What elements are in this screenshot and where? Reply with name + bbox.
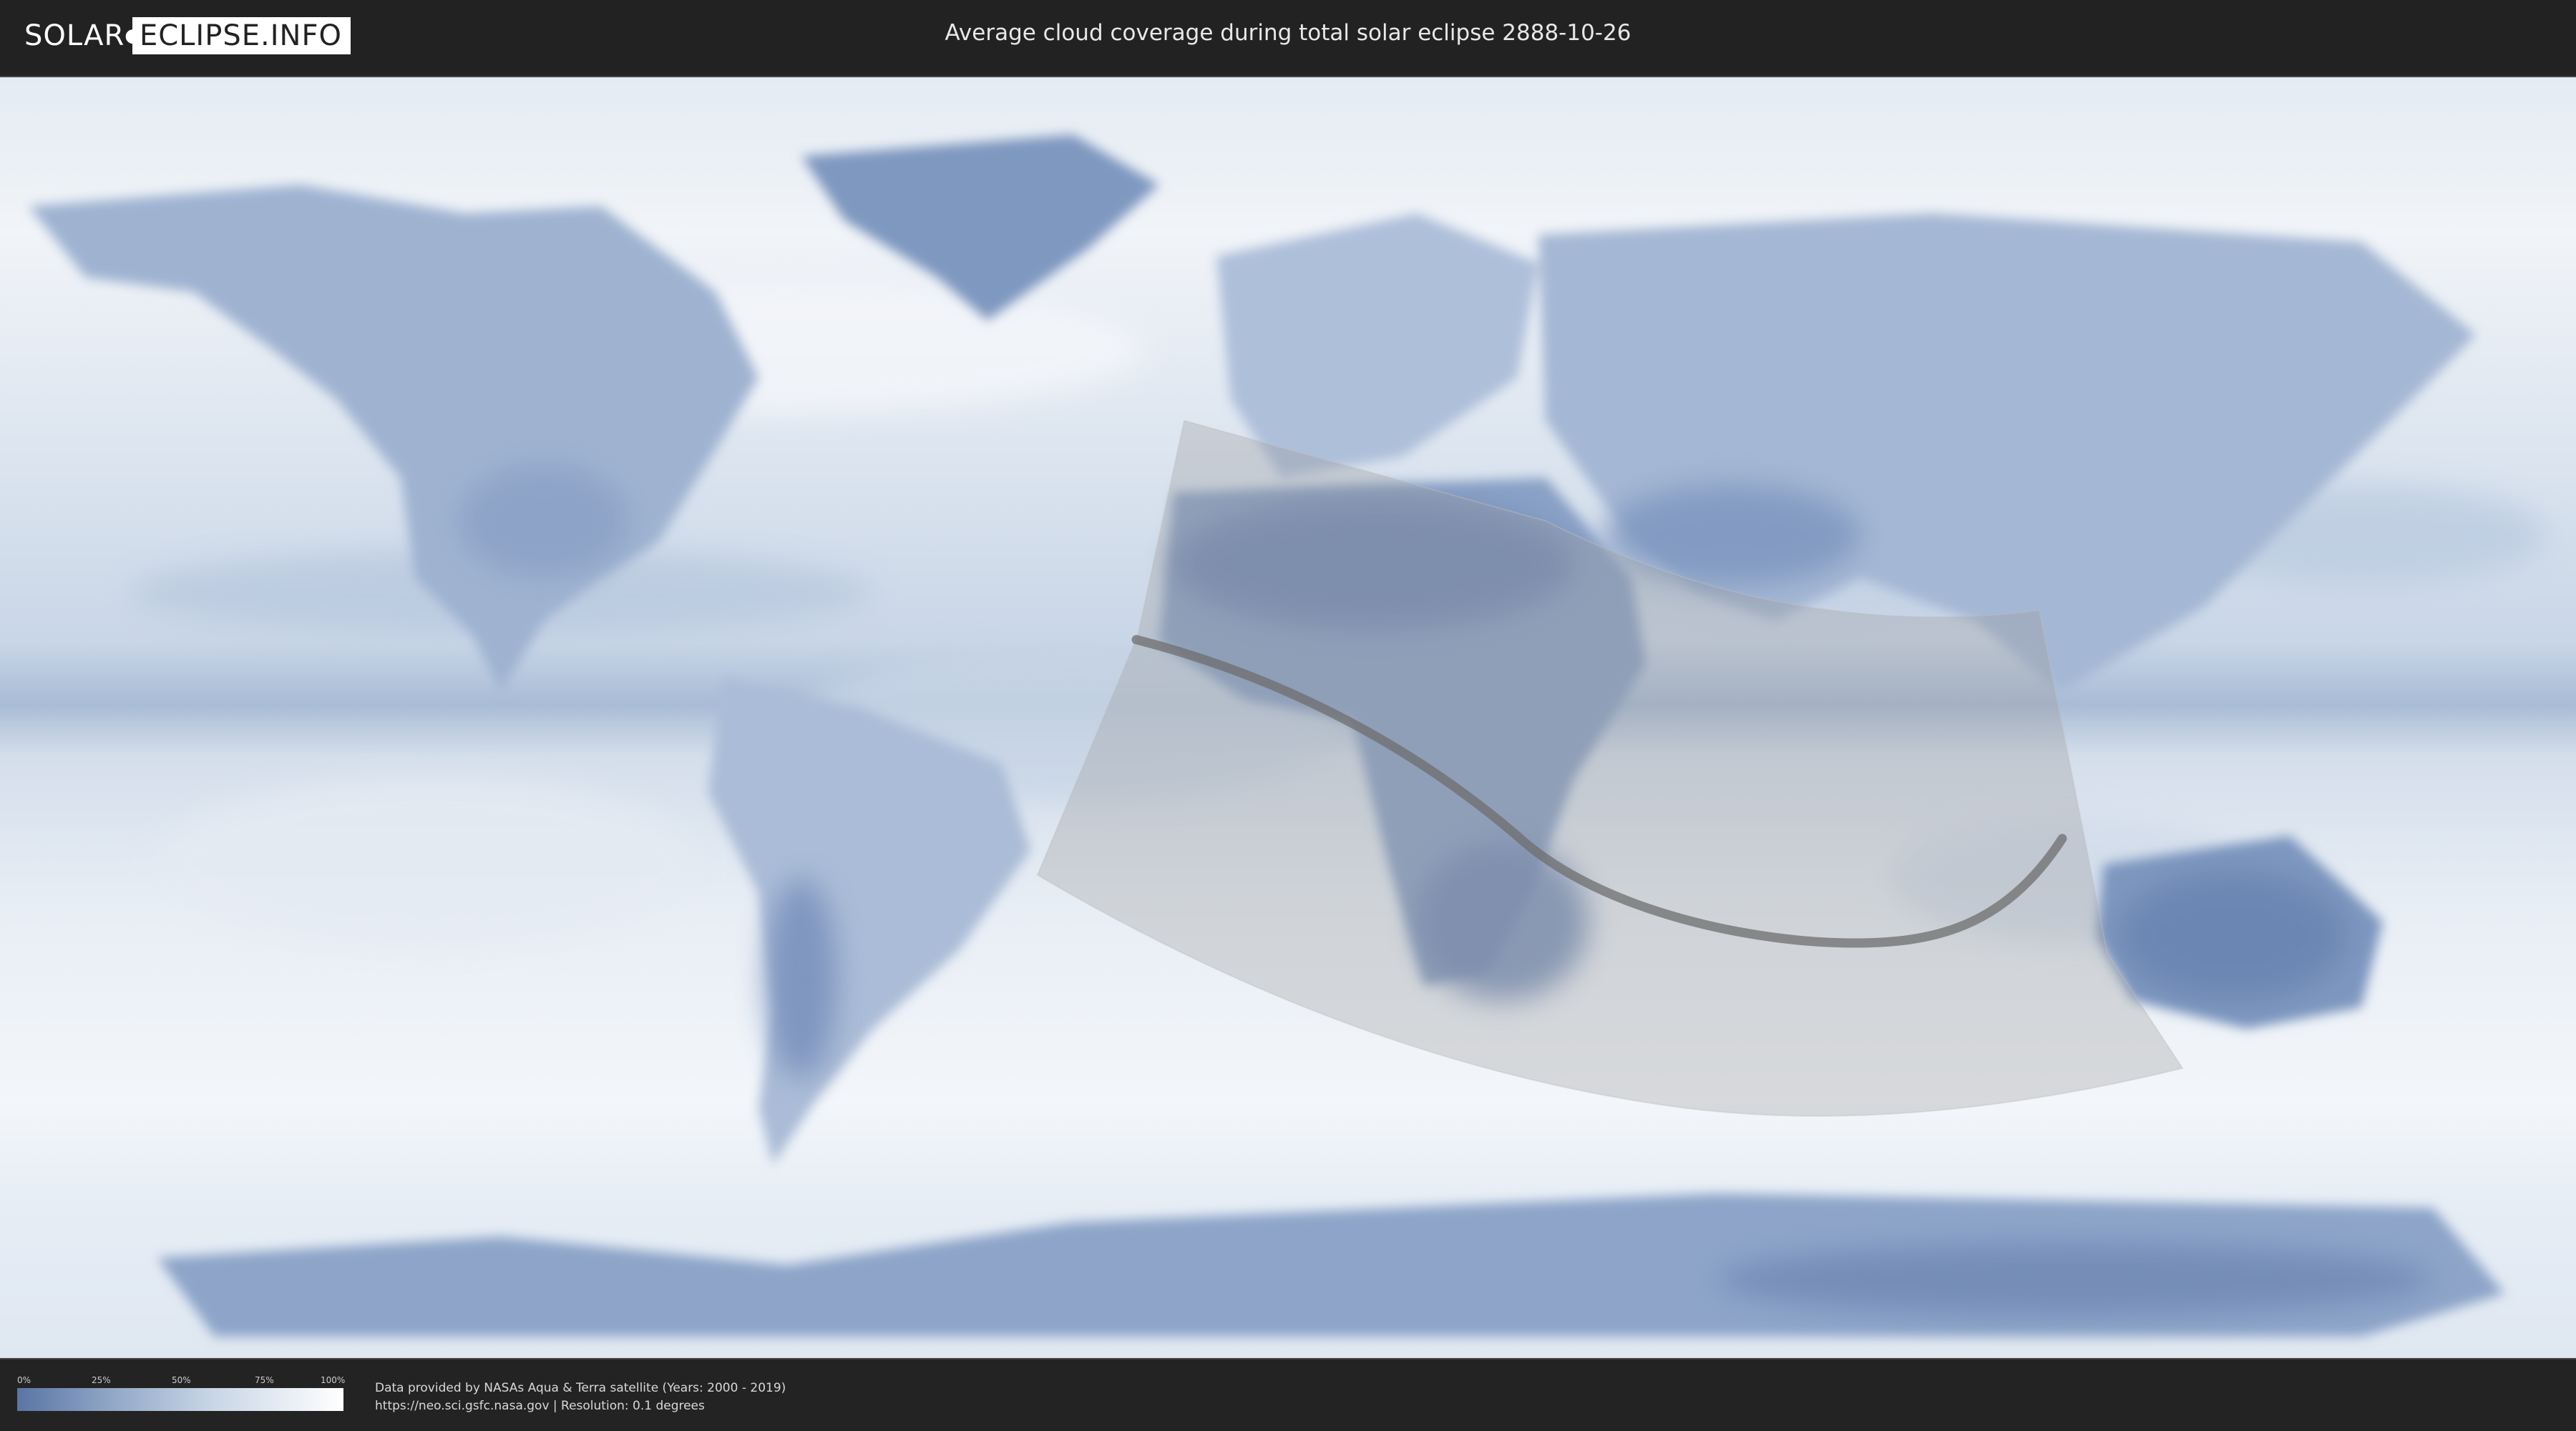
cloud-coverage-legend: 0% 25% 50% 75% 100% — [17, 1375, 346, 1411]
credit-line: Data provided by NASAs Aqua & Terra sate… — [375, 1381, 786, 1395]
legend-tick: 75% — [255, 1375, 274, 1385]
legend-tick: 25% — [92, 1375, 111, 1385]
data-credits: Data provided by NASAs Aqua & Terra sate… — [375, 1379, 786, 1415]
legend-tick: 100% — [321, 1375, 346, 1385]
legend-ticks: 0% 25% 50% 75% 100% — [17, 1375, 346, 1388]
header-bar: SOLAR ◖ ECLIPSE.INFO Average cloud cover… — [0, 0, 2576, 72]
source-line[interactable]: https://neo.sci.gsfc.nasa.gov | Resoluti… — [375, 1397, 786, 1415]
cloud-coverage-map[interactable] — [0, 76, 2576, 1359]
page-title: Average cloud coverage during total sola… — [945, 20, 1631, 46]
logo-eclipse-icon: ◖ — [125, 25, 135, 47]
legend-color-scale — [17, 1388, 343, 1411]
legend-tick: 0% — [17, 1375, 31, 1385]
legend-tick: 50% — [172, 1375, 191, 1385]
